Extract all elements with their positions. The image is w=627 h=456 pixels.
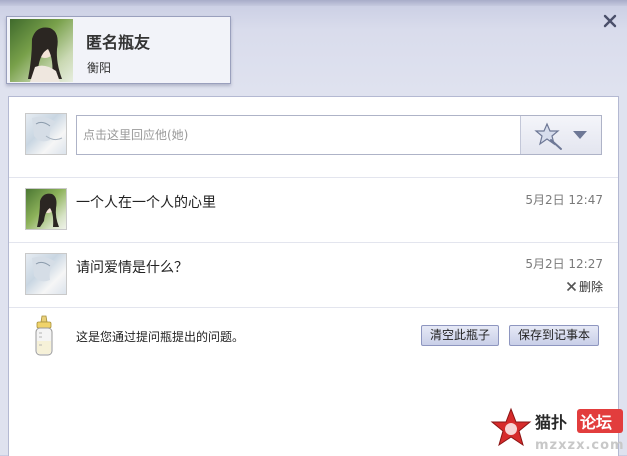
message-avatar[interactable] [25, 253, 67, 295]
svg-text:mzxzx.com: mzxzx.com [535, 438, 625, 453]
message-text: 请问爱情是什么？ [76, 260, 188, 276]
avatar-photo [28, 27, 62, 82]
profile-name: 匿名瓶友 [86, 33, 151, 52]
delete-link[interactable]: 删除 [566, 278, 603, 295]
close-icon [603, 14, 617, 28]
svg-text:猫扑: 猫扑 [535, 413, 567, 432]
site-watermark-logo: 猫扑 论坛 mzxzx.com [490, 407, 625, 453]
magic-wand-icon [534, 122, 587, 150]
divider [9, 242, 618, 243]
profile-location: 衡阳 [87, 61, 112, 75]
save-to-notepad-button[interactable]: 保存到记事本 [509, 325, 600, 346]
divider [9, 307, 618, 308]
message-text: 一个人在一个人的心里 [76, 195, 216, 211]
clear-bottle-button[interactable]: 清空此瓶子 [421, 325, 500, 346]
bottle-panel: 一个人在一个人的心里 5月2日 12:47 请问爱情是什么？ 5月2日 12:2… [8, 96, 619, 456]
reply-box [76, 115, 602, 155]
footer-info: 这是您通过提问瓶提出的问题。 [76, 330, 245, 344]
svg-text:论坛: 论坛 [580, 413, 612, 432]
x-icon [566, 281, 577, 292]
my-avatar[interactable] [25, 113, 67, 155]
window-top-bar [0, 0, 627, 6]
avatar[interactable] [10, 19, 73, 82]
message-time: 5月2日 12:47 [525, 193, 603, 207]
close-button[interactable] [599, 10, 621, 32]
message-avatar[interactable] [25, 188, 67, 230]
avatar-sketch [32, 116, 63, 142]
avatar-photo [37, 193, 59, 227]
divider [9, 177, 618, 178]
emoji-button[interactable] [520, 116, 601, 154]
avatar-sketch [32, 256, 56, 282]
reply-input[interactable] [77, 116, 519, 154]
baby-bottle-icon [35, 315, 53, 356]
delete-label: 删除 [578, 280, 603, 294]
profile-card: 匿名瓶友 衡阳 [6, 16, 231, 84]
message-time: 5月2日 12:27 [525, 257, 603, 271]
